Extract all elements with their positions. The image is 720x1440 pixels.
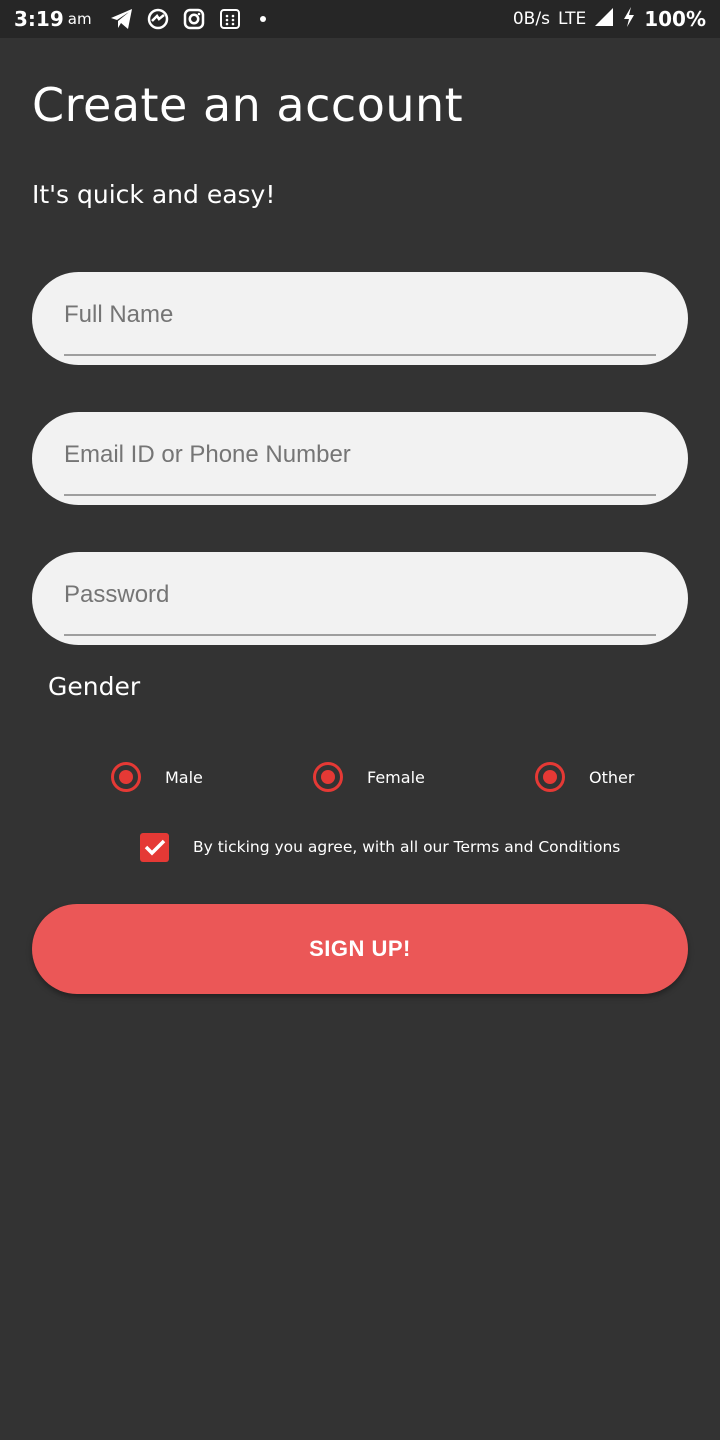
gender-radio-female[interactable]: Female: [313, 760, 425, 794]
password-input[interactable]: [64, 552, 656, 636]
password-field[interactable]: [32, 552, 688, 645]
page-subtitle: It's quick and easy!: [32, 180, 276, 209]
charging-icon: [622, 6, 636, 32]
checkmark-icon: [144, 839, 165, 856]
terms-text: By ticking you agree, with all our Terms…: [193, 838, 621, 856]
radio-selected-icon[interactable]: [313, 762, 343, 792]
email-field[interactable]: [32, 412, 688, 505]
status-time: 3:19: [14, 7, 64, 31]
notification-dot-icon: [259, 16, 266, 22]
instagram-icon: [182, 7, 206, 31]
radio-selected-icon[interactable]: [535, 762, 565, 792]
app-grid-icon: [218, 7, 242, 31]
sign-up-button[interactable]: SIGN UP!: [32, 904, 688, 994]
gender-label: Gender: [48, 672, 141, 701]
status-ampm: am: [67, 10, 92, 28]
email-input[interactable]: [64, 412, 656, 496]
radio-label-other: Other: [589, 767, 635, 787]
messenger-icon: [146, 7, 170, 31]
page-title: Create an account: [32, 78, 464, 132]
terms-checkbox[interactable]: [140, 832, 169, 862]
gender-radio-other[interactable]: Other: [535, 760, 634, 794]
full-name-input[interactable]: [64, 272, 656, 356]
terms-row: By ticking you agree, with all our Terms…: [140, 832, 620, 862]
status-battery: 100%: [644, 7, 706, 31]
status-bar: 3:19 am 0B/s LTE 100%: [0, 0, 720, 38]
telegram-icon: [110, 7, 134, 31]
status-right: 0B/s LTE 100%: [513, 6, 706, 32]
radio-label-male: Male: [165, 767, 203, 787]
status-network: LTE: [557, 9, 587, 29]
full-name-field[interactable]: [32, 272, 688, 365]
status-speed: 0B/s: [512, 9, 550, 29]
radio-selected-icon[interactable]: [111, 762, 141, 792]
gender-radio-male[interactable]: Male: [111, 760, 203, 794]
signal-icon: [594, 7, 614, 31]
radio-label-female: Female: [367, 767, 425, 787]
